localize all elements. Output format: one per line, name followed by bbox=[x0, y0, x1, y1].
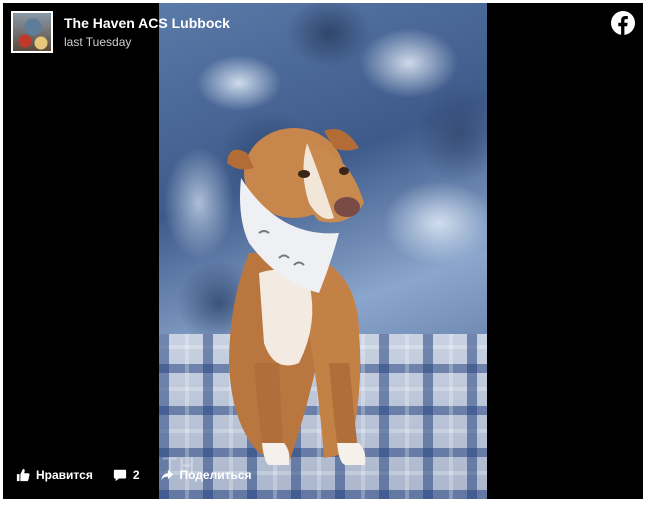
share-arrow-icon bbox=[160, 469, 173, 481]
post-header: The Haven ACS Lubbock last Tuesday bbox=[11, 11, 230, 53]
comment-bubble-icon bbox=[113, 469, 126, 482]
like-label: Нравится bbox=[36, 468, 93, 482]
like-button[interactable]: Нравится bbox=[16, 468, 93, 482]
comment-count: 2 bbox=[132, 468, 140, 482]
page-name[interactable]: The Haven ACS Lubbock bbox=[64, 14, 230, 32]
page-meta: The Haven ACS Lubbock last Tuesday bbox=[64, 14, 230, 50]
thumbs-up-icon bbox=[16, 468, 30, 482]
share-label: Поделиться bbox=[179, 468, 252, 482]
comment-button[interactable]: 2 bbox=[113, 468, 140, 482]
post-embed: TH The Haven ACS Lubbock last Tuesday Нр… bbox=[3, 3, 643, 499]
dog-image bbox=[227, 128, 366, 465]
post-photo[interactable]: TH bbox=[159, 3, 487, 499]
post-actions: Нравится 2 Поделиться bbox=[16, 468, 272, 482]
post-time[interactable]: last Tuesday bbox=[64, 34, 230, 50]
facebook-icon[interactable] bbox=[611, 11, 635, 35]
page-avatar[interactable] bbox=[11, 11, 53, 53]
share-button[interactable]: Поделиться bbox=[160, 468, 252, 482]
